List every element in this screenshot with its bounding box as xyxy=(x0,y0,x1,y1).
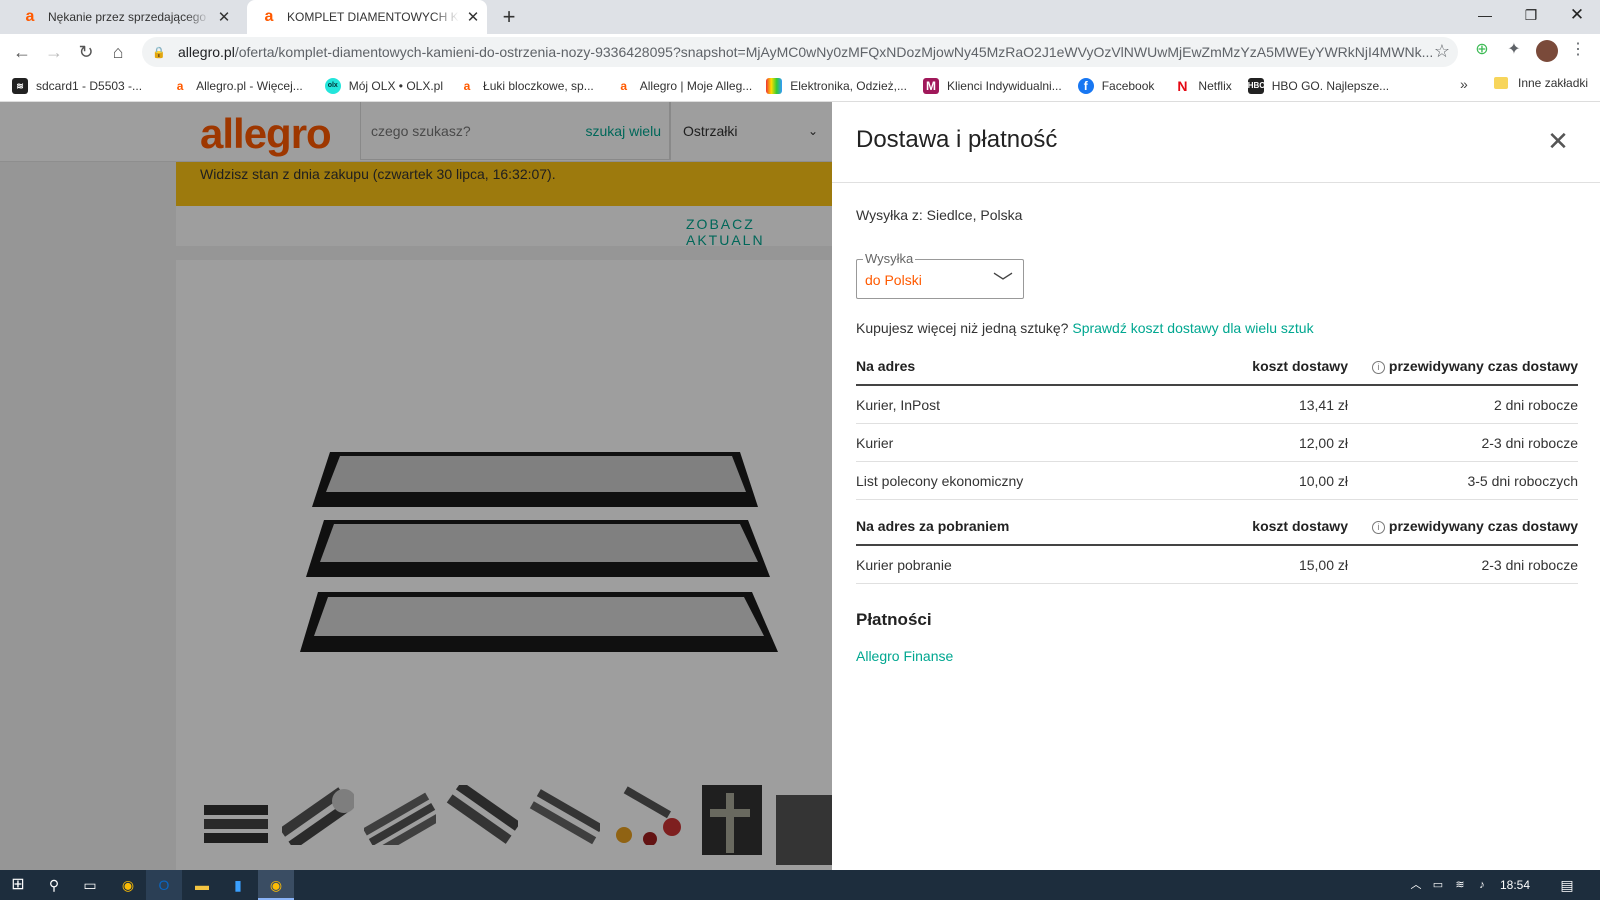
file-explorer-icon[interactable]: ▬ xyxy=(184,870,220,900)
tab-active[interactable]: a KOMPLET DIAMENTOWYCH KAMIENI DO OSTRZE… xyxy=(247,0,487,34)
tab-title: Nękanie przez sprzedającego za xyxy=(48,10,210,24)
more-bookmarks-button[interactable]: » xyxy=(1460,76,1468,92)
windows-start-icon[interactable]: ⊞ xyxy=(0,870,36,900)
taskbar: ⊞ ⚲ ▭ ◉ O ▬ ▮ ◉ ︿ ▭ ≋ ♪ 18:54 ▤ xyxy=(0,870,1600,900)
tab-strip: a Nękanie przez sprzedającego za ✕ a KOM… xyxy=(0,0,1600,34)
chevron-down-icon: ﹀ xyxy=(993,272,1013,294)
url-domain: allegro.pl xyxy=(178,44,235,60)
extensions-puzzle-icon[interactable]: ✦ xyxy=(1504,40,1524,60)
forward-icon[interactable]: → xyxy=(40,38,68,66)
outlook-icon[interactable]: O xyxy=(146,870,182,900)
shipping-destination-select[interactable]: Wysyłka do Polski ﹀ xyxy=(856,251,1024,299)
multi-item-cost-link[interactable]: Sprawdź koszt dostawy dla wielu sztuk xyxy=(1072,320,1313,336)
store-icon xyxy=(766,77,783,94)
payments-heading: Płatności xyxy=(856,610,932,629)
ship-from-text: Wysyłka z: Siedlce, Polska xyxy=(856,207,1023,223)
bookmark-item[interactable]: M Klienci Indywidualni... xyxy=(922,77,1062,94)
menu-icon[interactable]: ⋮ xyxy=(1568,40,1588,60)
url-path: /oferta/komplet-diamentowych-kamieni-do-… xyxy=(234,44,1434,60)
battery-icon[interactable]: ▭ xyxy=(1428,870,1448,900)
allegro-favicon-icon: a xyxy=(264,8,274,25)
volume-icon[interactable]: ♪ xyxy=(1472,870,1492,900)
bookmark-star-icon[interactable]: ☆ xyxy=(1434,41,1450,62)
divider xyxy=(832,182,1600,183)
wifi-icon[interactable]: ≋ xyxy=(1450,870,1470,900)
search-icon[interactable]: ⚲ xyxy=(36,870,72,900)
lock-icon: 🔒 xyxy=(152,46,166,59)
tab-inactive[interactable]: a Nękanie przez sprzedającego za ✕ xyxy=(8,0,238,34)
panel-title: Dostawa i płatność xyxy=(856,126,1058,153)
bookmarks-bar: ≋ sdcard1 - D5503 -... a Allegro.pl - Więc… xyxy=(0,70,1600,102)
folder-icon xyxy=(1494,77,1508,89)
allegro-finanse-link[interactable]: Allegro Finanse xyxy=(856,648,953,664)
minimize-icon[interactable]: — xyxy=(1462,0,1508,30)
info-icon[interactable]: i xyxy=(1371,361,1385,374)
profile-avatar[interactable] xyxy=(1536,40,1558,62)
other-bookmarks[interactable]: Inne zakładki xyxy=(1494,76,1588,90)
netflix-icon: N xyxy=(1177,77,1188,94)
close-icon[interactable]: ✕ xyxy=(1544,128,1572,156)
allegro-icon: a xyxy=(463,78,471,93)
bank-icon: M xyxy=(922,77,939,94)
back-icon[interactable]: ← xyxy=(8,38,36,66)
delivery-payment-panel: Dostawa i płatność ✕ Wysyłka z: Siedlce,… xyxy=(832,102,1600,870)
extension-icon[interactable]: ⊕ xyxy=(1472,40,1492,60)
table-header: Na adres koszt dostawy i przewidywany cza… xyxy=(856,348,1578,386)
bookmark-item[interactable]: a Allegro.pl - Więcej... xyxy=(172,78,303,94)
hbo-icon: HBO xyxy=(1247,77,1266,94)
home-icon[interactable]: ⌂ xyxy=(104,38,132,66)
delivery-table: Na adres koszt dostawy i przewidywany cza… xyxy=(856,348,1578,500)
notifications-icon[interactable]: ▤ xyxy=(1552,870,1582,900)
reload-icon[interactable]: ↻ xyxy=(72,38,100,66)
bookmark-item[interactable]: a Allegro | Moje Alleg... xyxy=(616,78,752,94)
bookmark-item[interactable]: Elektronika, Odzież,... xyxy=(766,77,907,94)
close-window-icon[interactable]: ✕ xyxy=(1554,0,1600,30)
tab-close-icon[interactable]: ✕ xyxy=(216,8,232,26)
wifi-icon: ≋ xyxy=(12,77,28,94)
bookmark-item[interactable]: a Łuki bloczkowe, sp... xyxy=(459,78,594,94)
modal-overlay[interactable] xyxy=(0,102,832,870)
info-icon[interactable]: i xyxy=(1371,521,1385,534)
new-tab-button[interactable]: + xyxy=(496,4,522,30)
chrome-active-icon[interactable]: ◉ xyxy=(258,870,294,900)
select-legend: Wysyłka xyxy=(863,251,916,266)
tray-chevron-up-icon[interactable]: ︿ xyxy=(1406,870,1426,900)
tab-title: KOMPLET DIAMENTOWYCH KAMIENI DO OSTRZENI… xyxy=(287,10,459,24)
select-value: do Polski xyxy=(865,272,922,288)
bookmark-item[interactable]: f Facebook xyxy=(1077,77,1154,94)
chrome-icon[interactable]: ◉ xyxy=(110,870,146,900)
restore-icon[interactable]: ❐ xyxy=(1508,0,1554,30)
task-view-icon[interactable]: ▭ xyxy=(72,870,108,900)
allegro-icon: a xyxy=(176,78,184,93)
table-row: Kurier 12,00 zł 2-3 dni robocze xyxy=(856,424,1578,462)
allegro-favicon-icon: a xyxy=(25,8,35,25)
table-row: Kurier pobranie 15,00 zł 2-3 dni robocze xyxy=(856,546,1578,584)
table-header: Na adres za pobraniem koszt dostawy i prz… xyxy=(856,508,1578,546)
cod-delivery-table: Na adres za pobraniem koszt dostawy i prz… xyxy=(856,508,1578,584)
table-row: Kurier, InPost 13,41 zł 2 dni robocze xyxy=(856,386,1578,424)
bookmark-item[interactable]: HBO HBO GO. Najlepsze... xyxy=(1247,77,1389,94)
tab-close-icon[interactable]: ✕ xyxy=(465,8,481,26)
bookmark-item[interactable]: N Netflix xyxy=(1174,78,1231,94)
olx-icon: olx xyxy=(324,77,341,94)
address-bar[interactable]: 🔒 allegro.pl/oferta/komplet-diamentowych… xyxy=(142,37,1458,67)
table-row: List polecony ekonomiczny 10,00 zł 3-5 d… xyxy=(856,462,1578,500)
allegro-icon: a xyxy=(620,78,628,93)
clock[interactable]: 18:54 xyxy=(1500,870,1530,900)
browser-toolbar: ← → ↻ ⌂ 🔒 allegro.pl/oferta/komplet-diam… xyxy=(0,34,1600,70)
app-icon[interactable]: ▮ xyxy=(220,870,256,900)
bookmark-item[interactable]: olx Mój OLX • OLX.pl xyxy=(324,77,443,94)
multi-item-question: Kupujesz więcej niż jedną sztukę? Sprawd… xyxy=(856,320,1314,336)
bookmark-item[interactable]: ≋ sdcard1 - D5503 -... xyxy=(12,77,142,94)
facebook-icon: f xyxy=(1077,77,1094,94)
